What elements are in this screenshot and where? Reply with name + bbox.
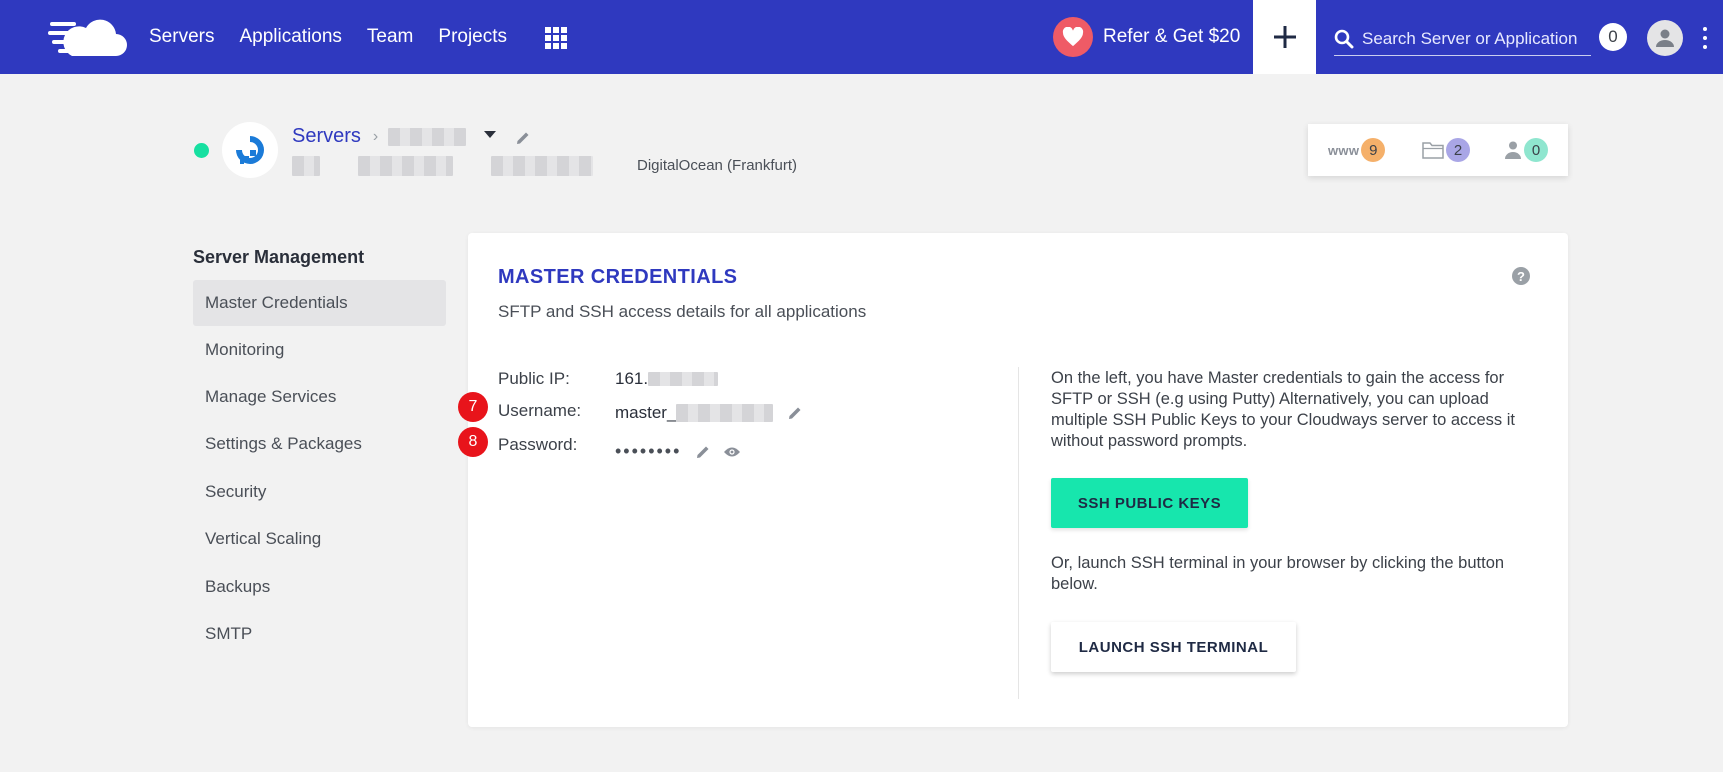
server-size-redacted [292, 156, 320, 176]
username-label: Username: [498, 401, 582, 420]
edit-username-icon[interactable] [787, 405, 803, 421]
sidebar-item-settings-packages[interactable]: Settings & Packages [193, 421, 446, 467]
sidebar-item-manage-services[interactable]: Manage Services [193, 374, 446, 420]
plus-icon [1273, 26, 1296, 48]
heart-icon [1053, 17, 1093, 57]
refer-label: Refer & Get $20 [1103, 26, 1241, 47]
sidebar-item-monitoring[interactable]: Monitoring [193, 327, 446, 373]
cloudways-logo[interactable] [48, 14, 128, 58]
nav-applications[interactable]: Applications [239, 26, 341, 48]
launch-ssh-terminal-button[interactable]: LAUNCH SSH TERMINAL [1051, 622, 1296, 672]
server-status-dot [194, 143, 209, 158]
stat-folders[interactable]: 2 [1422, 138, 1470, 162]
ssh-public-keys-button[interactable]: SSH PUBLIC KEYS [1051, 478, 1248, 528]
www-count-badge: 9 [1361, 138, 1386, 162]
avatar[interactable] [1647, 20, 1683, 56]
nav-projects[interactable]: Projects [438, 26, 507, 48]
server-ip-redacted [358, 156, 453, 176]
search-icon [1334, 29, 1354, 48]
users-count-badge: 0 [1524, 138, 1548, 162]
add-button[interactable] [1253, 0, 1316, 74]
password-masked: •••••••• [615, 441, 682, 461]
search-input[interactable] [1362, 28, 1587, 49]
username-value: master_ [615, 403, 803, 423]
server-location-redacted [491, 156, 593, 176]
nav-servers[interactable]: Servers [149, 26, 214, 48]
public-ip-value: 161. [615, 369, 719, 389]
apps-grid-icon[interactable] [545, 27, 567, 49]
credentials-info-text: On the left, you have Master credentials… [1051, 369, 1516, 450]
master-credentials-card: MASTER CREDENTIALS SFTP and SSH access d… [458, 233, 1568, 727]
password-value: •••••••• [615, 441, 741, 462]
sidebar-item-backups[interactable]: Backups [193, 564, 446, 610]
username-prefix: master_ [615, 403, 677, 422]
username-redacted [676, 404, 774, 422]
top-navbar: Servers Applications Team Projects Refer… [0, 0, 1723, 74]
folder-icon [1422, 142, 1444, 159]
breadcrumb-separator-icon: › [372, 127, 379, 145]
main-nav: Servers Applications Team Projects [149, 0, 532, 74]
server-stats: www 9 2 0 [1308, 124, 1568, 176]
provider-name: DigitalOcean (Frankfurt) [637, 157, 798, 174]
step-marker-7: 7 [458, 392, 488, 422]
sidebar-item-master-credentials[interactable]: Master Credentials [193, 280, 446, 326]
sidebar-title: Server Management [193, 247, 365, 267]
refer-button[interactable]: Refer & Get $20 [1053, 0, 1240, 74]
page-subtitle: SFTP and SSH access details for all appl… [498, 302, 867, 321]
digitalocean-logo-icon [222, 122, 278, 178]
page-title: MASTER CREDENTIALS [498, 266, 738, 288]
sidebar-item-security[interactable]: Security [193, 469, 446, 515]
user-icon [1656, 29, 1674, 47]
breadcrumb-servers[interactable]: Servers [292, 125, 361, 148]
password-label: Password: [498, 435, 578, 454]
sidebar-item-vertical-scaling[interactable]: Vertical Scaling [193, 516, 446, 562]
folder-count-badge: 2 [1446, 138, 1470, 162]
card-divider [1018, 367, 1019, 699]
server-dropdown-icon[interactable] [484, 131, 496, 138]
help-icon[interactable]: ? [1512, 267, 1530, 285]
public-ip-prefix: 161. [615, 369, 649, 388]
nav-team[interactable]: Team [367, 26, 413, 48]
terminal-info-text: Or, launch SSH terminal in your browser … [1051, 554, 1505, 593]
stat-users[interactable]: 0 [1504, 138, 1548, 162]
server-name-redacted [388, 127, 467, 146]
edit-server-name-icon[interactable] [515, 130, 531, 146]
step-marker-8: 8 [458, 427, 488, 457]
team-user-icon [1505, 141, 1521, 159]
breadcrumb: Servers › [292, 125, 467, 148]
more-menu-icon[interactable] [1700, 27, 1710, 49]
sidebar-item-smtp[interactable]: SMTP [193, 611, 446, 657]
public-ip-label: Public IP: [498, 369, 570, 388]
stat-applications[interactable]: www 9 [1328, 138, 1386, 162]
edit-password-icon[interactable] [695, 444, 711, 460]
search-box [1334, 22, 1591, 56]
show-password-eye-icon[interactable] [723, 446, 741, 458]
public-ip-redacted [648, 372, 719, 386]
notification-badge[interactable]: 0 [1599, 23, 1627, 51]
www-icon: www [1328, 142, 1360, 158]
